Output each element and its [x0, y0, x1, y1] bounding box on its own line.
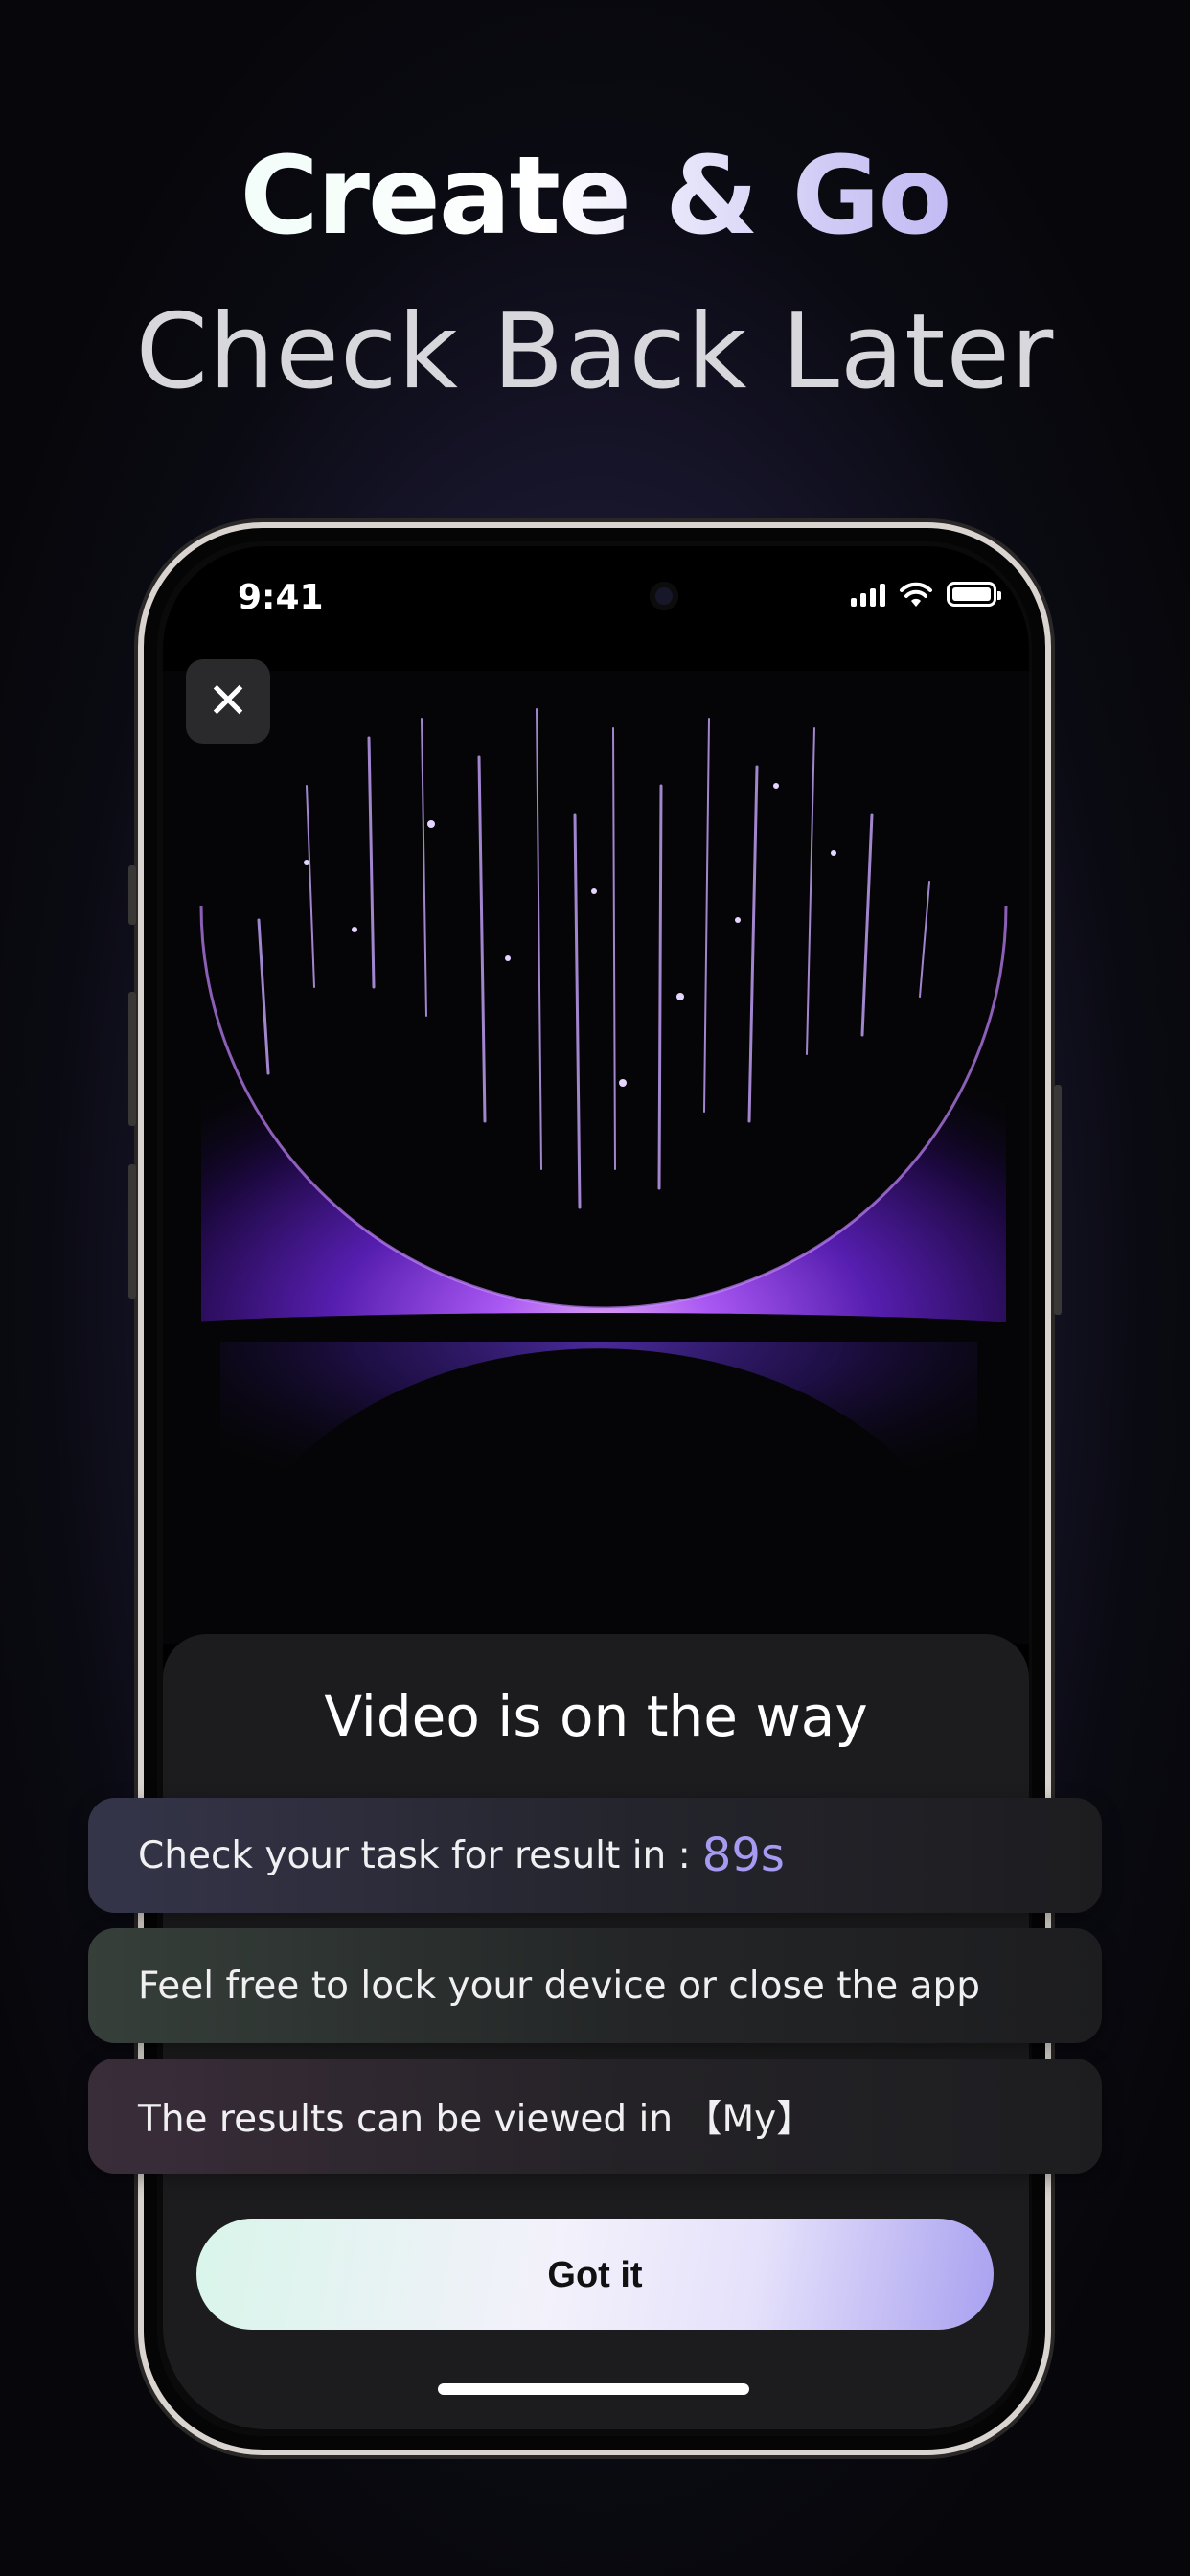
- countdown-value: 89s: [701, 1828, 785, 1882]
- video-preview-image: [163, 671, 1029, 1644]
- phone-action-button: [128, 865, 136, 925]
- wifi-icon: [900, 582, 932, 607]
- info-card-countdown: Check your task for result in : 89s: [88, 1798, 1102, 1913]
- cellular-signal-icon: [851, 582, 885, 607]
- countdown-label: Check your task for result in :: [138, 1833, 691, 1877]
- status-icons: [851, 581, 1001, 608]
- phone-volume-down-button: [128, 1164, 136, 1299]
- lock-device-text: Feel free to lock your device or close t…: [138, 1964, 981, 2008]
- home-indicator[interactable]: [438, 2383, 749, 2395]
- got-it-button[interactable]: Got it: [196, 2219, 994, 2330]
- headline-check-back-later: Check Back Later: [135, 292, 1055, 412]
- view-results-text: The results can be viewed in 【My】: [138, 2098, 814, 2141]
- sheet-title: Video is on the way: [324, 1684, 868, 1749]
- phone-volume-up-button: [128, 992, 136, 1126]
- front-camera-icon: [650, 582, 678, 610]
- status-time: 9:41: [238, 578, 324, 617]
- info-card-lock-device: Feel free to lock your device or close t…: [88, 1928, 1102, 2043]
- info-card-view-results: The results can be viewed in 【My】: [88, 2058, 1102, 2174]
- phone-power-button: [1054, 1085, 1062, 1315]
- close-button[interactable]: ✕: [186, 659, 270, 744]
- battery-icon: [947, 582, 1001, 607]
- headline-create-go: Create & Go: [0, 134, 1190, 259]
